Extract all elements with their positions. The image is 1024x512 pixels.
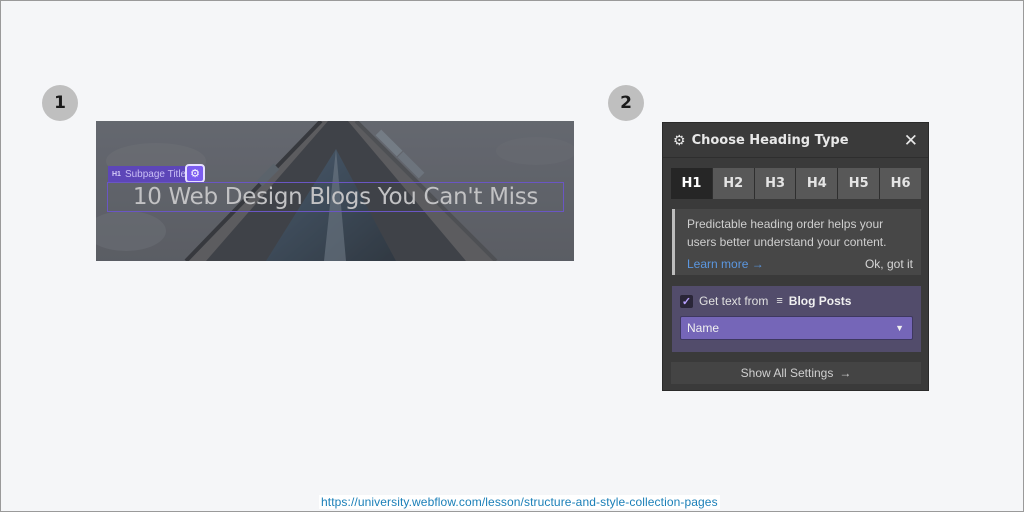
notice-text: Predictable heading order helps your use… — [687, 217, 887, 249]
get-text-label: Get text from — [699, 294, 769, 308]
collection-binding-section: ✓ Get text from ≡ Blog Posts Name ▼ — [672, 286, 921, 352]
dismiss-notice-button[interactable]: Ok, got it — [865, 255, 913, 273]
show-all-settings-button[interactable]: Show All Settings → — [671, 362, 921, 384]
source-url-link[interactable]: https://university.webflow.com/lesson/st… — [319, 495, 720, 509]
popup-header: ⚙ Choose Heading Type ✕ — [663, 123, 928, 158]
gear-icon: ⚙ — [673, 131, 686, 148]
tab-h6[interactable]: H6 — [880, 168, 921, 199]
popup-title: Choose Heading Type — [691, 132, 849, 148]
tab-h2[interactable]: H2 — [712, 168, 754, 199]
gear-icon: ⚙ — [190, 168, 200, 180]
heading-level-tabs: H1 H2 H3 H4 H5 H6 — [671, 168, 921, 199]
database-icon: ≡ — [776, 295, 783, 307]
get-text-checkbox[interactable]: ✓ — [680, 294, 693, 308]
element-class-name: Subpage Title — [124, 168, 187, 180]
show-all-settings-label: Show All Settings — [740, 366, 834, 380]
collection-name: Blog Posts — [788, 294, 852, 308]
chevron-down-icon: ▼ — [895, 323, 904, 333]
step-badge-2: 2 — [608, 85, 644, 121]
tab-h4[interactable]: H4 — [796, 168, 838, 199]
selected-element-label[interactable]: H1 Subpage Title — [108, 166, 191, 182]
tab-h5[interactable]: H5 — [838, 168, 880, 199]
tab-h1[interactable]: H1 — [671, 168, 712, 199]
heading-order-notice: Predictable heading order helps your use… — [672, 209, 921, 275]
field-select[interactable]: Name ▼ — [680, 316, 913, 340]
close-icon[interactable]: ✕ — [904, 132, 918, 149]
heading-settings-popup: ⚙ Choose Heading Type ✕ H1 H2 H3 H4 H5 H… — [662, 122, 929, 391]
arrow-right-icon: → — [839, 366, 852, 380]
step-badge-1: 1 — [42, 85, 78, 121]
learn-more-link[interactable]: Learn more → — [687, 255, 764, 273]
element-tag: H1 — [112, 170, 121, 178]
selected-heading-element[interactable]: 10 Web Design Blogs You Can't Miss — [107, 182, 564, 212]
field-select-value: Name — [687, 321, 720, 335]
canvas-hero-section: H1 Subpage Title ⚙ 10 Web Design Blogs Y… — [96, 121, 574, 261]
heading-text: 10 Web Design Blogs You Can't Miss — [132, 184, 539, 210]
element-settings-button[interactable]: ⚙ — [185, 164, 205, 183]
tab-h3[interactable]: H3 — [754, 168, 796, 199]
